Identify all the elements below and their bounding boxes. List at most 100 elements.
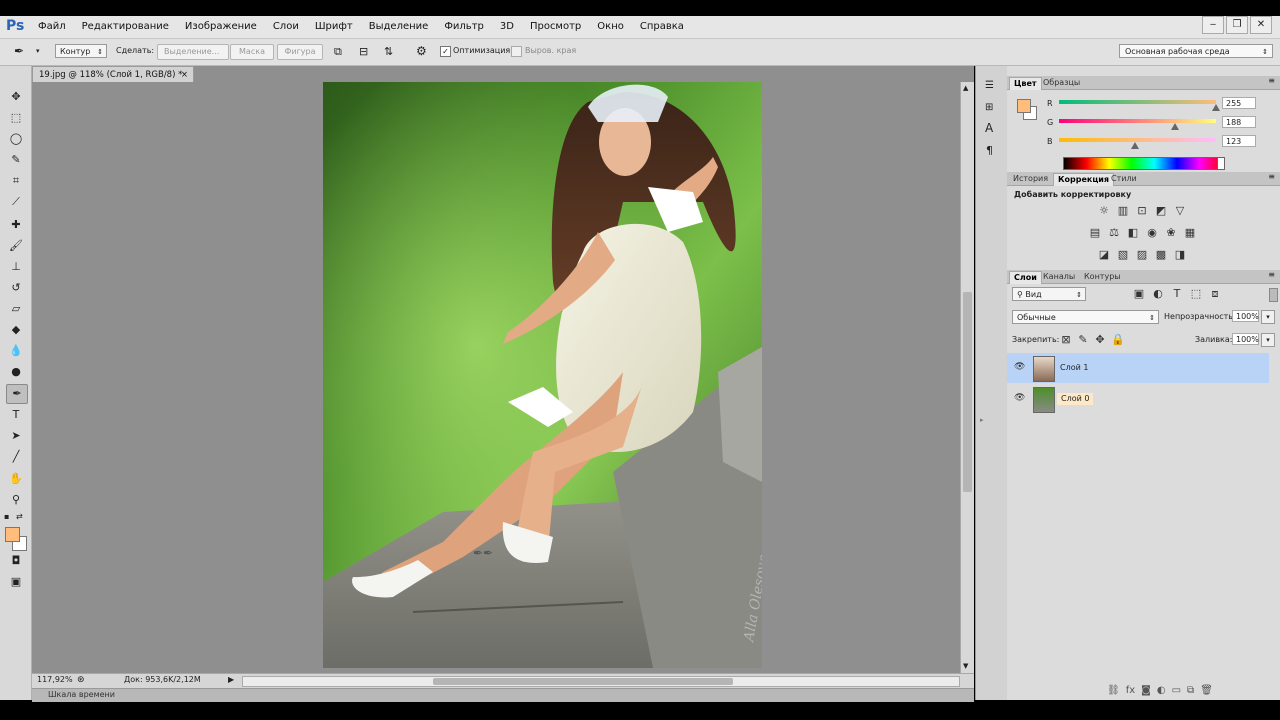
lock-pixels-icon[interactable]: ✎ xyxy=(1076,334,1090,346)
exposure-icon[interactable]: ◩ xyxy=(1154,205,1168,217)
foreground-color-swatch[interactable] xyxy=(5,527,20,542)
panel-menu-icon[interactable]: ≡ xyxy=(1268,172,1275,181)
filter-shape-icon[interactable]: ⬚ xyxy=(1189,288,1203,300)
pen-tool-icon[interactable]: ✒ xyxy=(14,44,24,58)
quick-mask-icon[interactable]: ◘ xyxy=(6,552,26,570)
photo-filter-icon[interactable]: ◉ xyxy=(1145,227,1159,239)
channel-b-thumb[interactable] xyxy=(1130,142,1139,149)
shape-button[interactable]: Фигура xyxy=(277,44,323,60)
tab-styles[interactable]: Стили xyxy=(1107,173,1141,185)
move-tool-icon[interactable]: ✥ xyxy=(6,88,26,106)
spectrum-white-swatch[interactable] xyxy=(1217,157,1225,170)
layer-name[interactable]: Слой 0 xyxy=(1057,393,1094,405)
channel-g-value[interactable]: 188 xyxy=(1222,116,1256,128)
path-selection-tool-icon[interactable]: ➤ xyxy=(6,427,26,445)
hand-tool-icon[interactable]: ✋ xyxy=(6,470,26,488)
link-layers-icon[interactable]: ⛓ xyxy=(1107,685,1120,696)
lock-all-icon[interactable]: 🔒 xyxy=(1111,334,1125,346)
channel-g-thumb[interactable] xyxy=(1170,123,1179,130)
status-expand-icon[interactable]: ▶ xyxy=(228,675,234,684)
crop-tool-icon[interactable]: ⌗ xyxy=(6,172,26,190)
align-edges-checkbox[interactable] xyxy=(511,46,522,57)
menu-type[interactable]: Шрифт xyxy=(315,21,353,32)
menu-image[interactable]: Изображение xyxy=(185,21,257,32)
brightness-icon[interactable]: ☼ xyxy=(1097,205,1111,217)
gradient-triangle-icon[interactable]: ▽ xyxy=(1173,205,1187,217)
scroll-up-icon[interactable]: ▲ xyxy=(963,84,968,92)
brush-tool-icon[interactable]: 🖌 xyxy=(6,237,26,255)
restore-button[interactable]: ❐ xyxy=(1226,16,1248,34)
tab-close-icon[interactable]: × xyxy=(181,67,188,83)
menu-edit[interactable]: Редактирование xyxy=(82,21,169,32)
panel-menu-icon[interactable]: ≡ xyxy=(1268,76,1275,85)
menu-help[interactable]: Справка xyxy=(640,21,684,32)
character-panel-icon[interactable]: A xyxy=(985,121,993,135)
paint-bucket-tool-icon[interactable]: ◆ xyxy=(6,321,26,339)
marquee-tool-icon[interactable]: ⬚ xyxy=(6,109,26,127)
healing-brush-tool-icon[interactable]: ✚ xyxy=(6,216,26,234)
status-menu-icon[interactable]: ⊛ xyxy=(77,675,85,685)
levels-icon[interactable]: ▥ xyxy=(1116,205,1130,217)
channel-b-value[interactable]: 123 xyxy=(1222,135,1256,147)
zoom-tool-icon[interactable]: ⚲ xyxy=(6,491,26,509)
eraser-tool-icon[interactable]: ▱ xyxy=(6,300,26,318)
blend-mode-select[interactable]: Обычные ⇕ xyxy=(1012,310,1159,324)
vertical-scrollbar[interactable]: ▲ ▼ xyxy=(960,82,974,674)
invert-icon[interactable]: ◪ xyxy=(1097,249,1111,261)
optimization-checkbox[interactable]: ✓ xyxy=(440,46,451,57)
close-button[interactable]: ✕ xyxy=(1250,16,1272,34)
channel-r-slider[interactable] xyxy=(1059,100,1216,104)
add-mask-icon[interactable]: ◙ xyxy=(1141,685,1151,696)
history-panel-icon[interactable]: ☰ xyxy=(985,80,994,91)
posterize-icon[interactable]: ▧ xyxy=(1116,249,1130,261)
pen-tool-icon[interactable]: ✒ xyxy=(6,384,28,404)
channel-r-value[interactable]: 255 xyxy=(1222,97,1256,109)
history-brush-tool-icon[interactable]: ↺ xyxy=(6,279,26,297)
swap-colors-icon[interactable]: ⇄ xyxy=(16,512,23,521)
gradient-map-icon[interactable]: ◨ xyxy=(1173,249,1187,261)
mask-button[interactable]: Маска xyxy=(230,44,274,60)
menu-layers[interactable]: Слои xyxy=(273,21,299,32)
vibrance-icon[interactable]: ▤ xyxy=(1088,227,1102,239)
timeline-label[interactable]: Шкала времени xyxy=(48,690,115,699)
document-tab[interactable]: 19.jpg @ 118% (Слой 1, RGB/8) * × xyxy=(32,66,194,82)
fill-dropdown-icon[interactable]: ▾ xyxy=(1261,333,1275,347)
layer-filter-select[interactable]: ⚲ Вид ⇕ xyxy=(1012,287,1086,301)
menu-window[interactable]: Окно xyxy=(597,21,624,32)
filter-smart-object-icon[interactable]: ⧈ xyxy=(1208,288,1222,300)
lasso-tool-icon[interactable]: ◯ xyxy=(6,130,26,148)
visibility-eye-icon[interactable]: 👁 xyxy=(1014,393,1026,403)
layer-row[interactable]: 👁 Слой 1 xyxy=(1007,353,1269,383)
tab-channels[interactable]: Каналы xyxy=(1039,271,1079,283)
color-foreground-swatch[interactable] xyxy=(1017,99,1031,113)
path-alignment-icon[interactable]: ⊟ xyxy=(359,45,368,58)
horizontal-scroll-thumb[interactable] xyxy=(433,678,733,685)
clone-stamp-tool-icon[interactable]: ⊥ xyxy=(6,258,26,276)
delete-layer-icon[interactable]: 🗑 xyxy=(1200,685,1213,696)
canvas-image[interactable]: Alla Olesova ✒✒ xyxy=(323,82,762,668)
menu-view[interactable]: Просмотр xyxy=(530,21,581,32)
selective-color-icon[interactable]: ▩ xyxy=(1154,249,1168,261)
path-operations-icon[interactable]: ⧉ xyxy=(334,45,342,59)
channel-g-slider[interactable] xyxy=(1059,119,1216,123)
tab-history[interactable]: История xyxy=(1009,173,1052,185)
menu-select[interactable]: Выделение xyxy=(369,21,429,32)
curves-icon[interactable]: ⊡ xyxy=(1135,205,1149,217)
lock-transparent-icon[interactable]: ⊠ xyxy=(1059,334,1073,346)
dodge-tool-icon[interactable]: ● xyxy=(6,363,26,381)
threshold-icon[interactable]: ▨ xyxy=(1135,249,1149,261)
tab-color[interactable]: Цвет xyxy=(1009,77,1042,90)
opacity-dropdown-icon[interactable]: ▾ xyxy=(1261,310,1275,324)
new-layer-icon[interactable]: ⧉ xyxy=(1187,685,1194,696)
color-lookup-icon[interactable]: ▦ xyxy=(1183,227,1197,239)
new-adjustment-icon[interactable]: ◐ xyxy=(1157,685,1166,696)
type-tool-icon[interactable]: T xyxy=(6,406,26,424)
zoom-level[interactable]: 117,92% xyxy=(37,675,73,684)
layer-name[interactable]: Слой 1 xyxy=(1060,362,1088,374)
black-white-icon[interactable]: ◧ xyxy=(1126,227,1140,239)
blur-tool-icon[interactable]: 💧 xyxy=(6,342,26,360)
layer-style-icon[interactable]: fx xyxy=(1126,685,1135,696)
tab-adjustments[interactable]: Коррекция xyxy=(1053,173,1115,186)
tool-preset-chevron-icon[interactable]: ▾ xyxy=(36,47,40,55)
paragraph-panel-icon[interactable]: ¶ xyxy=(986,144,993,157)
